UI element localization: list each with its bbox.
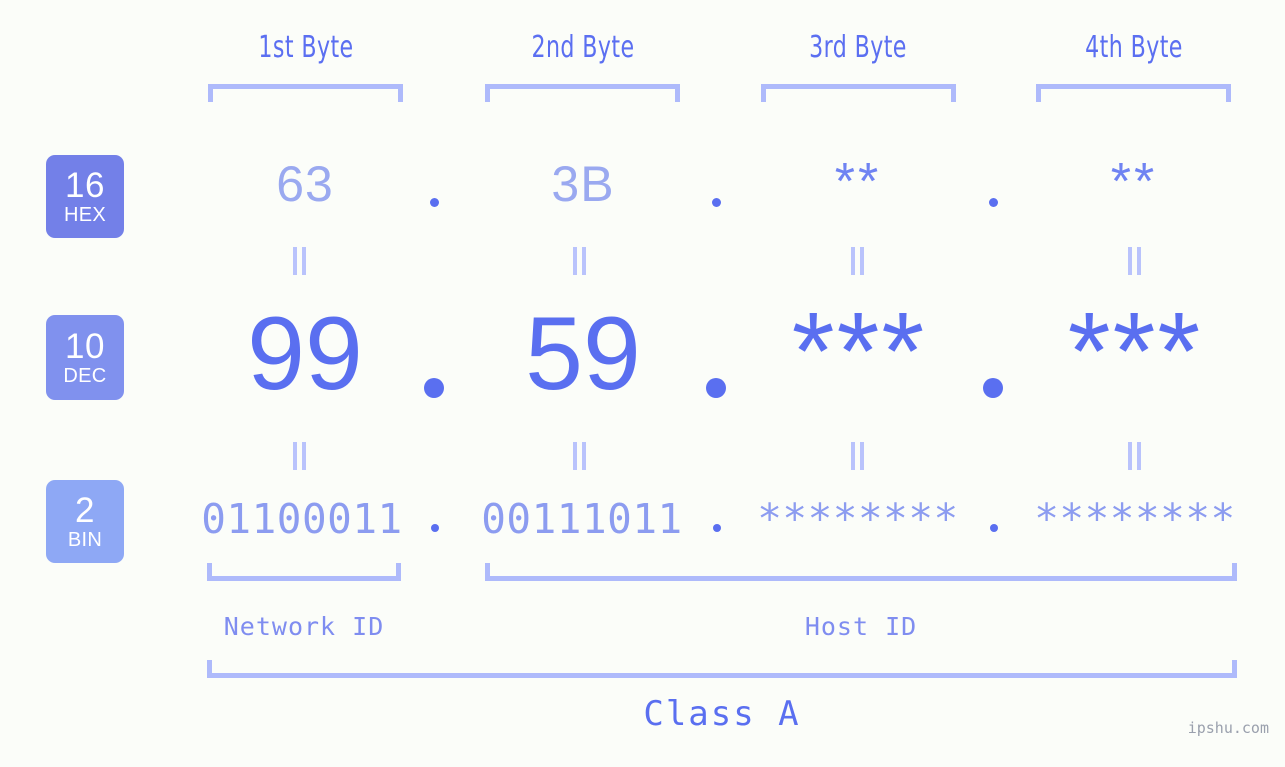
bin-separator-dot-1 (431, 524, 439, 532)
base-badge-dec-name: DEC (63, 365, 107, 387)
base-badge-dec: 10 DEC (46, 315, 124, 400)
class-label: Class A (643, 694, 801, 734)
base-badge-bin: 2 BIN (46, 480, 124, 563)
dec-separator-dot-2 (706, 378, 726, 398)
class-bracket (207, 660, 1237, 678)
site-watermark: ipshu.com (1187, 719, 1269, 737)
equals-icon-hexdec-1 (293, 247, 307, 275)
hex-separator-dot-3 (989, 198, 998, 207)
hex-separator-dot-1 (430, 198, 439, 207)
byte-header-2: 2nd Byte (531, 30, 635, 65)
equals-icon-decbin-4 (1128, 442, 1142, 470)
equals-icon-decbin-3 (851, 442, 865, 470)
bin-byte-1: 01100011 (201, 495, 403, 543)
byte-header-4: 4th Byte (1085, 30, 1183, 65)
dec-byte-2: 59 (525, 296, 641, 412)
host-id-bracket (485, 563, 1237, 581)
dec-byte-3: *** (791, 290, 927, 413)
base-badge-bin-name: BIN (67, 529, 103, 551)
bin-separator-dot-3 (990, 524, 998, 532)
hex-byte-1: 63 (276, 156, 334, 212)
hex-byte-3: ** (834, 153, 882, 211)
byte-bracket-top-1 (208, 84, 403, 102)
ip-byte-diagram: 1st Byte 2nd Byte 3rd Byte 4th Byte 16 H… (0, 0, 1285, 767)
bin-byte-3: ******** (757, 495, 959, 543)
hex-byte-2: 3B (551, 156, 615, 212)
dec-byte-1: 99 (247, 296, 363, 412)
bin-separator-dot-2 (713, 524, 721, 532)
base-badge-hex-name: HEX (63, 204, 107, 226)
base-badge-bin-number: 2 (75, 491, 95, 530)
bin-byte-4: ******** (1034, 495, 1236, 543)
dec-byte-4: *** (1067, 290, 1203, 413)
equals-icon-decbin-1 (293, 442, 307, 470)
equals-icon-hexdec-2 (573, 247, 587, 275)
dec-separator-dot-3 (983, 378, 1003, 398)
equals-icon-hexdec-3 (851, 247, 865, 275)
network-id-label: Network ID (223, 612, 385, 641)
byte-header-3: 3rd Byte (809, 30, 907, 65)
dec-separator-dot-1 (424, 378, 444, 398)
equals-icon-decbin-2 (573, 442, 587, 470)
network-id-bracket (207, 563, 401, 581)
byte-bracket-top-2 (485, 84, 680, 102)
byte-bracket-top-3 (761, 84, 956, 102)
hex-separator-dot-2 (712, 198, 721, 207)
bin-byte-2: 00111011 (481, 495, 683, 543)
base-badge-hex: 16 HEX (46, 155, 124, 238)
equals-icon-hexdec-4 (1128, 247, 1142, 275)
hex-byte-4: ** (1110, 153, 1158, 211)
base-badge-hex-number: 16 (65, 166, 105, 205)
byte-bracket-top-4 (1036, 84, 1231, 102)
byte-header-1: 1st Byte (258, 30, 354, 65)
base-badge-dec-number: 10 (65, 327, 105, 366)
host-id-label: Host ID (804, 612, 918, 641)
